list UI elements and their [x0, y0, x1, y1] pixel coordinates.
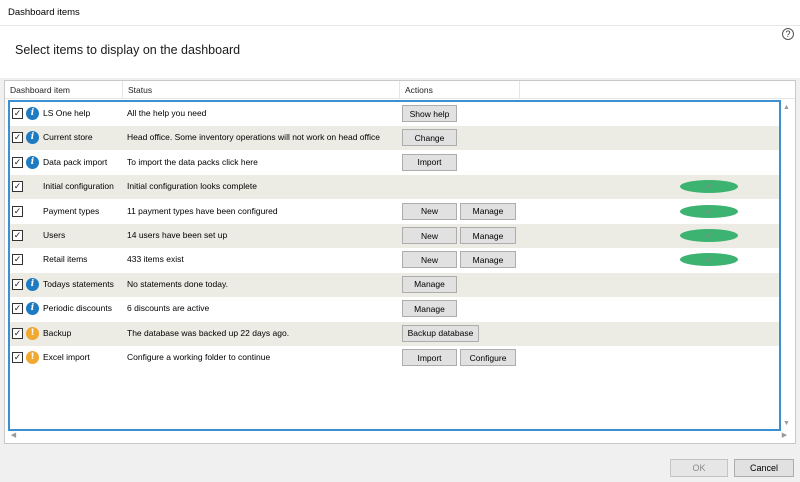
row-item-name: Retail items	[43, 254, 88, 265]
check-circle-icon: ✔	[680, 180, 738, 194]
table-row[interactable]: ✓ ✔ Retail items 433 items exist New Manage	[10, 248, 779, 272]
row-item-name: Users	[43, 230, 66, 240]
manage-button[interactable]: Manage	[460, 202, 516, 220]
table-row[interactable]: ✓ i Current store Head office. Some invento…	[10, 126, 779, 151]
table-row[interactable]: ✓ ✔ Payment types 11 payment types have bee…	[10, 200, 779, 224]
check-circle-icon: ✔	[680, 229, 738, 242]
row-checkbox[interactable]: ✓	[12, 181, 23, 193]
table-row[interactable]: ✓! Excel import Configure a working folder…	[10, 346, 779, 370]
new-button[interactable]: New	[402, 202, 457, 220]
info-icon: i	[26, 107, 39, 120]
page-heading: Select items to display on the dashboard	[15, 43, 241, 57]
row-status: All the help you need	[127, 108, 207, 118]
manage-button[interactable]: Manage	[460, 227, 516, 244]
info-icon: i	[26, 302, 39, 316]
vertical-scrollbar[interactable]: ▲ ▼	[780, 100, 793, 431]
ok-button[interactable]: OK	[670, 459, 728, 477]
warning-icon: !	[26, 351, 39, 364]
row-checkbox[interactable]: ✓	[12, 205, 23, 217]
row-checkbox[interactable]: ✓	[12, 327, 23, 339]
table-row[interactable]: ✓! Backup The database was backed up 22 da…	[10, 321, 779, 346]
scroll-right-arrow-icon[interactable]: ▶	[778, 431, 791, 439]
check-circle-icon: ✔	[680, 204, 738, 218]
row-checkbox[interactable]: ✓	[12, 108, 23, 119]
new-button[interactable]: New	[402, 251, 457, 269]
row-item-name: Backup	[43, 327, 72, 338]
import-button[interactable]: Import	[402, 349, 457, 366]
help-icon[interactable]: ?	[782, 28, 794, 40]
dashboard-items-list: Dashboard item Status Actions ✓ i LS One h…	[4, 80, 796, 444]
row-status: To import the data packs click here	[127, 156, 258, 167]
title-bar: Dashboard items	[0, 0, 800, 26]
scroll-down-arrow-icon[interactable]: ▼	[780, 420, 793, 427]
show-help-button[interactable]: Show help	[402, 105, 457, 122]
check-circle-icon: ✔	[680, 253, 738, 267]
row-status: Configure a working folder to continue	[127, 352, 271, 362]
row-item-name: Data pack import	[43, 156, 108, 167]
row-status: 6 discounts are active	[127, 303, 210, 314]
table-row[interactable]: ✓ i Todays statements No statements done to…	[10, 272, 779, 297]
row-status: 11 payment types have been configured	[127, 205, 278, 216]
new-button[interactable]: New	[402, 227, 457, 244]
manage-button[interactable]: Manage	[402, 275, 457, 293]
row-item-name: Todays statements	[43, 278, 114, 289]
row-item-name: Periodic discounts	[43, 303, 112, 314]
table-row[interactable]: ✓ i Periodic discounts 6 discounts are acti…	[10, 297, 779, 321]
warning-icon: !	[26, 326, 39, 340]
column-header-dashboard-item[interactable]: Dashboard item	[5, 81, 123, 99]
import-button[interactable]: Import	[402, 153, 457, 171]
scroll-left-arrow-icon[interactable]: ◀	[7, 431, 20, 439]
table-row[interactable]: ✓ i LS One help All the help you need Show h…	[10, 102, 779, 126]
row-checkbox[interactable]: ✓	[12, 156, 23, 168]
row-checkbox[interactable]: ✓	[12, 352, 23, 363]
row-item-name: Excel import	[43, 352, 90, 362]
header-area: ? Select items to display on the dashboa…	[0, 26, 800, 78]
manage-button[interactable]: Manage	[402, 300, 457, 318]
row-checkbox[interactable]: ✓	[12, 230, 23, 241]
row-checkbox[interactable]: ✓	[12, 303, 23, 315]
row-status: No statements done today.	[127, 278, 228, 289]
table-row[interactable]: ✓ ✔ Initial configuration Initial configura…	[10, 175, 779, 200]
row-checkbox[interactable]: ✓	[12, 132, 23, 144]
column-header-status[interactable]: Status	[123, 81, 400, 99]
backup-database-button[interactable]: Backup database	[402, 324, 479, 342]
window-title: Dashboard items	[8, 7, 80, 18]
row-status: 14 users have been set up	[127, 230, 228, 240]
change-button[interactable]: Change	[402, 129, 457, 147]
row-checkbox[interactable]: ✓	[12, 254, 23, 266]
horizontal-scrollbar[interactable]: ◀ ▶	[5, 431, 795, 441]
row-status: 433 items exist	[127, 254, 184, 265]
column-header-actions[interactable]: Actions	[400, 81, 520, 99]
row-item-name: Initial configuration	[43, 181, 114, 192]
table-row[interactable]: ✓ ✔ Users 14 users have been set up New Manag…	[10, 224, 779, 248]
rows-container: ✓ i LS One help All the help you need Show h…	[8, 100, 781, 431]
info-icon: i	[26, 277, 39, 291]
row-item-name: Payment types	[43, 205, 100, 216]
row-status: Initial configuration looks complete	[127, 181, 257, 192]
row-checkbox[interactable]: ✓	[12, 278, 23, 290]
info-icon: i	[26, 131, 39, 145]
scroll-up-arrow-icon[interactable]: ▲	[780, 104, 793, 111]
row-status: The database was backed up 22 days ago.	[127, 327, 290, 338]
row-item-name: LS One help	[43, 108, 91, 118]
row-status: Head office. Some inventory operations w…	[127, 132, 380, 143]
cancel-button[interactable]: Cancel	[734, 459, 794, 477]
manage-button[interactable]: Manage	[460, 251, 516, 269]
row-item-name: Current store	[43, 132, 93, 143]
table-row[interactable]: ✓ i Data pack import To import the data pac…	[10, 151, 779, 175]
column-headers: Dashboard item Status Actions	[5, 81, 795, 99]
configure-button[interactable]: Configure	[460, 349, 516, 366]
info-icon: i	[26, 155, 39, 169]
